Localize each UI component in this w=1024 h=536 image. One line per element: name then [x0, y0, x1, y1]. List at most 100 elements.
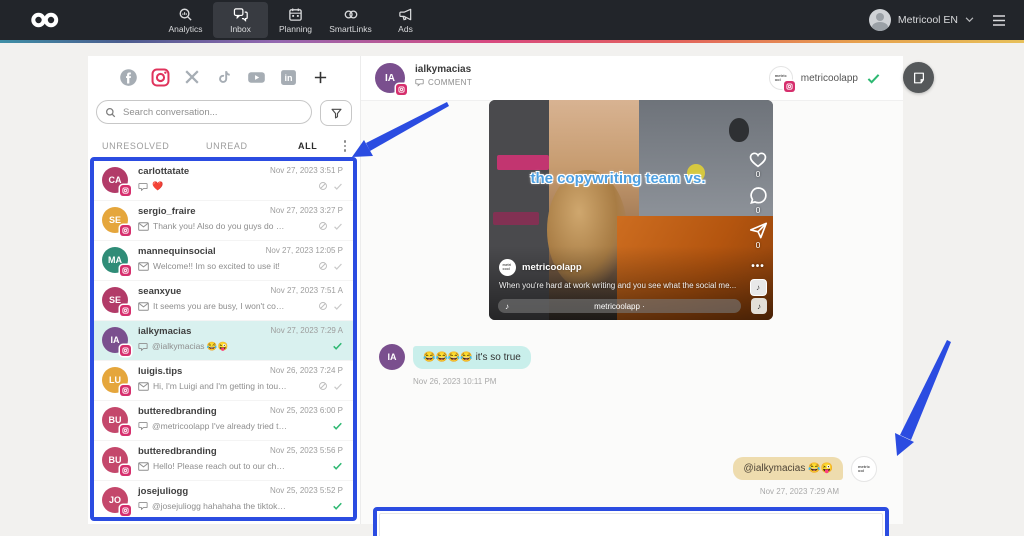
mail-icon — [138, 462, 149, 471]
conversation-list-item[interactable]: IA ialkymacias Nov 27, 2023 7:29 A @ialk… — [94, 321, 353, 361]
nav-label: Inbox — [230, 24, 251, 34]
conversation-list-item[interactable]: LU luigis.tips Nov 26, 2023 7:24 P Hi, I… — [94, 361, 353, 401]
tab-all[interactable]: ALL — [298, 141, 317, 151]
reel-decor — [497, 155, 549, 170]
chat-message-area: the copywriting team vs. 0 0 0 ••• ♪ met… — [361, 100, 903, 524]
more-options-icon[interactable]: ••• — [751, 261, 765, 272]
conversation-list-item[interactable]: CA carlottatate Nov 27, 2023 3:51 P ❤️ — [94, 161, 353, 201]
search-icon — [105, 107, 116, 118]
conversation-preview: @metricoolapp I've already tried this! — [152, 421, 288, 431]
nav-item-ads[interactable]: Ads — [378, 0, 433, 40]
metricool-logo-icon[interactable] — [30, 12, 60, 28]
nav-item-analytics[interactable]: Analytics — [158, 0, 213, 40]
conversation-name: butteredbranding — [138, 406, 217, 417]
conversation-list-item[interactable]: BU butteredbranding Nov 25, 2023 5:56 P … — [94, 441, 353, 481]
calendar-icon — [288, 7, 303, 22]
youtube-icon[interactable] — [246, 67, 266, 87]
conversation-list-item[interactable]: JO josejuliogg Nov 25, 2023 5:52 P @jose… — [94, 481, 353, 521]
instagram-badge-icon — [120, 225, 131, 236]
nav-label: Analytics — [168, 24, 202, 34]
nav-item-planning[interactable]: Planning — [268, 0, 323, 40]
annotation-arrow-to-composer — [895, 340, 951, 456]
tiktok-icon[interactable] — [214, 67, 234, 87]
reel-action-rail: 0 0 0 ••• ♪ — [748, 150, 768, 296]
share-count: 0 — [756, 240, 761, 250]
filter-button[interactable] — [320, 100, 352, 126]
incoming-avatar: IA — [379, 344, 405, 370]
add-network-icon[interactable] — [310, 67, 330, 87]
conversation-list-item[interactable]: BU butteredbranding Nov 25, 2023 6:00 P … — [94, 401, 353, 441]
conversation-preview: It seems you are busy, I won't contact y… — [153, 301, 288, 311]
nav-label: SmartLinks — [329, 24, 372, 34]
heart-icon[interactable] — [748, 150, 768, 168]
reel-overlay-title: the copywriting team vs. — [489, 170, 747, 187]
x-icon[interactable] — [182, 67, 202, 87]
mute-and-check-icons — [318, 181, 343, 191]
main-navigation: Analytics Inbox Planning SmartLinks Ads — [158, 0, 433, 40]
list-options-kebab-icon[interactable] — [344, 140, 347, 152]
conversation-list-item[interactable]: SE seanxyue Nov 27, 2023 7:51 A It seems… — [94, 281, 353, 321]
instagram-badge-icon — [120, 265, 131, 276]
conversation-preview: ❤️ — [152, 181, 163, 192]
comment-icon — [415, 78, 424, 87]
comment-icon[interactable] — [749, 186, 768, 204]
linkedin-icon[interactable]: in — [278, 67, 298, 87]
nav-label: Planning — [279, 24, 312, 34]
tab-unresolved[interactable]: UNRESOLVED — [102, 141, 206, 151]
message-input[interactable] — [386, 518, 876, 536]
megaphone-icon — [398, 7, 413, 22]
conversation-list-item[interactable]: SE sergio_fraire Nov 27, 2023 3:27 P Tha… — [94, 201, 353, 241]
mail-icon — [138, 302, 149, 311]
search-input[interactable] — [121, 106, 303, 119]
conversation-date: Nov 26, 2023 7:24 P — [270, 366, 343, 375]
nav-item-smartlinks[interactable]: SmartLinks — [323, 0, 378, 40]
funnel-icon — [330, 107, 343, 120]
conversation-date: Nov 27, 2023 12:05 P — [266, 246, 343, 255]
instagram-reel-preview[interactable]: the copywriting team vs. 0 0 0 ••• ♪ met… — [489, 100, 773, 320]
outgoing-message-bubble: @ialkymacias 😂😜 — [733, 457, 843, 480]
metricool-mini-avatar: metricool — [499, 259, 516, 276]
conversation-avatar: SE — [102, 287, 128, 313]
comment-count: 0 — [756, 205, 761, 215]
conversation-name: ialkymacias — [138, 326, 191, 337]
link-icon — [343, 7, 359, 22]
mail-icon — [138, 262, 149, 271]
tab-unread[interactable]: UNREAD — [206, 141, 298, 151]
reel-author: metricool metricoolapp — [499, 259, 582, 276]
top-navbar: Analytics Inbox Planning SmartLinks Ads — [0, 0, 1024, 40]
reel-music-label: metricoolapp · — [594, 302, 645, 311]
conversation-avatar: JO — [102, 487, 128, 513]
share-icon[interactable] — [749, 222, 768, 239]
hamburger-menu-icon[interactable] — [992, 15, 1006, 26]
nav-item-inbox[interactable]: Inbox — [213, 2, 268, 38]
note-icon — [912, 71, 926, 85]
audio-album-icon: ♪ — [750, 279, 767, 296]
message-composer: Send (⌘ + Enter) — [379, 513, 883, 536]
incoming-message-bubble: 😂😂😂😂 it's so true — [413, 346, 531, 369]
conversation-name: luigis.tips — [138, 366, 182, 377]
instagram-badge-icon — [784, 81, 795, 92]
instagram-icon[interactable] — [150, 67, 170, 87]
facebook-icon[interactable] — [118, 67, 138, 87]
account-menu[interactable]: Metricool EN — [869, 9, 974, 31]
conversation-date: Nov 27, 2023 3:27 P — [270, 206, 343, 215]
conversation-avatar: BU — [102, 447, 128, 473]
conversation-list[interactable]: CA carlottatate Nov 27, 2023 3:51 P ❤️ — [90, 157, 357, 521]
metricool-inbox-app: Analytics Inbox Planning SmartLinks Ads — [0, 0, 1024, 536]
inbox-sidebar: in UNRESOLVED UNREAD ALL CA carlottatate — [88, 56, 360, 524]
conversation-list-item[interactable]: MA mannequinsocial Nov 27, 2023 12:05 P … — [94, 241, 353, 281]
resolved-check-icon[interactable] — [866, 72, 881, 85]
chat-panel: IA ialkymacias COMMENT metricool metrico… — [360, 56, 903, 524]
conversation-date: Nov 25, 2023 5:52 P — [270, 486, 343, 495]
conversation-name: sergio_fraire — [138, 206, 196, 217]
notes-button[interactable] — [903, 62, 934, 93]
conversation-preview: Hi, I'm Luigi and I'm getting in touch w… — [153, 381, 288, 391]
like-count: 0 — [756, 169, 761, 179]
comment-icon — [138, 421, 148, 431]
conversation-date: Nov 27, 2023 7:51 A — [271, 286, 344, 295]
conversation-preview: Thank you! Also do you guys do any time … — [153, 221, 288, 231]
mail-icon — [138, 222, 149, 231]
outgoing-avatar: metricool — [851, 456, 877, 482]
nav-label: Ads — [398, 24, 413, 34]
reel-author-name: metricoolapp — [522, 262, 582, 273]
